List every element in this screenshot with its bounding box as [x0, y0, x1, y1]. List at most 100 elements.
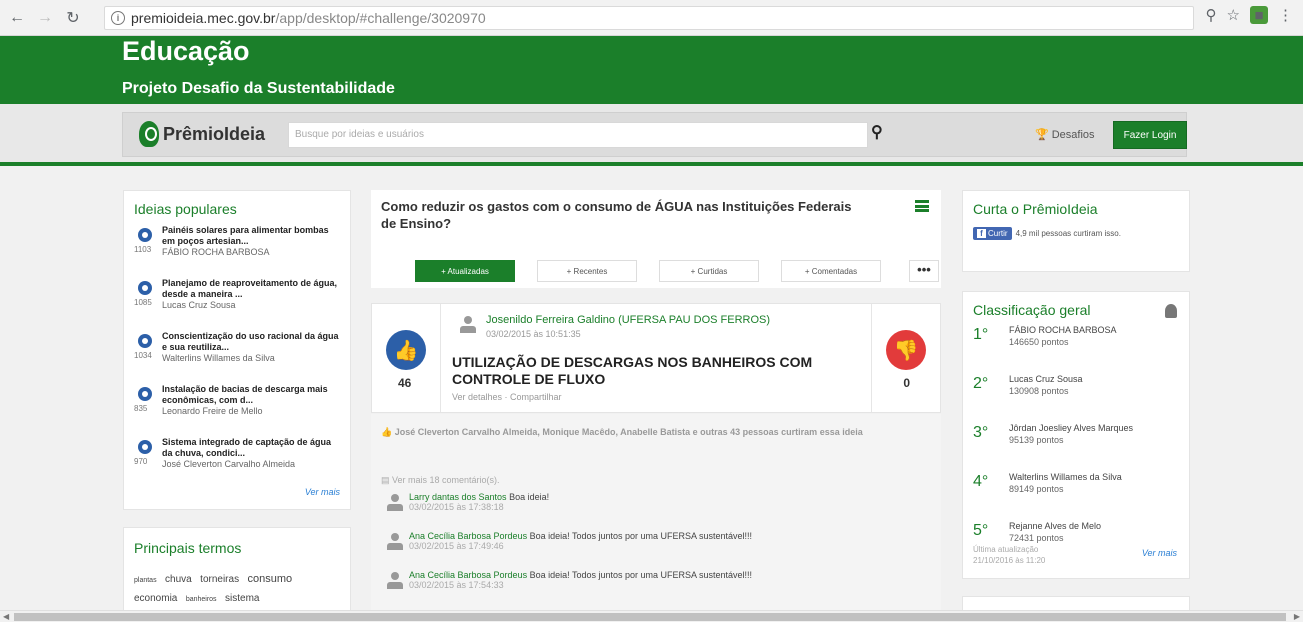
ranking-title: Classificação geral — [973, 302, 1091, 318]
like-count: 1103 — [134, 245, 152, 254]
list-item[interactable]: 1085 Planejamo de reaproveitamento de ág… — [134, 278, 340, 323]
comment-item: Larry dantas dos Santos Boa ideia! 03/02… — [381, 492, 931, 531]
popular-ideas-title: Ideias populares — [134, 201, 237, 217]
term-link[interactable]: banheiros — [186, 596, 217, 603]
thumbs-down-icon[interactable]: 👎 — [886, 330, 926, 370]
likers-names[interactable]: José Cleverton Carvalho Almeida, Monique… — [395, 427, 863, 437]
list-item[interactable]: 1034 Conscientização do uso racional da … — [134, 331, 340, 376]
thumbs-up-small-icon: 👍 — [381, 427, 395, 437]
like-count: 835 — [134, 404, 148, 413]
rank-points: 146650 pontos — [1009, 337, 1069, 347]
like-count: 970 — [134, 457, 148, 466]
url-path: /app/desktop/#challenge/3020970 — [275, 10, 486, 26]
list-icon[interactable] — [915, 200, 929, 212]
address-bar[interactable]: i premioideia.mec.gov.br/app/desktop/#ch… — [104, 6, 1194, 30]
ranking-item[interactable]: 1° FÁBIO ROCHA BARBOSA 146650 pontos — [973, 324, 1179, 367]
comment-item: Ana Cecília Barbosa Pordeus Boa ideia! T… — [381, 570, 931, 609]
search-icon[interactable]: ⚲ — [871, 122, 883, 142]
zoom-icon[interactable]: ⚲ — [1206, 6, 1217, 24]
rank-points: 95139 pontos — [1009, 435, 1064, 445]
rank-position: 5° — [973, 522, 989, 539]
ranking-see-more-link[interactable]: Ver mais — [1142, 548, 1177, 558]
like-count: 1085 — [134, 298, 152, 307]
back-icon[interactable]: ← — [6, 7, 28, 29]
term-link[interactable]: sistema — [225, 593, 259, 604]
terms-title: Principais termos — [134, 540, 242, 556]
ranking-item[interactable]: 2° Lucas Cruz Sousa 130908 pontos — [973, 373, 1179, 416]
idea-links[interactable]: Ver detalhes · Compartilhar — [452, 392, 562, 402]
idea-card: 👍 46 Josenildo Ferreira Galdino (UFERSA … — [371, 303, 941, 413]
comment-item: Ana Cecília Barbosa Pordeus Boa ideia! T… — [381, 531, 931, 570]
idea-title[interactable]: Painéis solares para alimentar bombas em… — [162, 225, 340, 247]
rank-name[interactable]: FÁBIO ROCHA BARBOSA — [1009, 324, 1179, 336]
menu-icon[interactable]: ⋮ — [1278, 6, 1293, 24]
idea-title[interactable]: Planejamo de reaproveitamento de água, d… — [162, 278, 340, 300]
rank-name[interactable]: Walterlins Willames da Silva — [1009, 471, 1179, 483]
rank-name[interactable]: Lucas Cruz Sousa — [1009, 373, 1179, 385]
search-input[interactable]: Busque por ideias e usuários — [288, 122, 868, 148]
like-icon — [138, 281, 152, 295]
idea-title[interactable]: Instalação de bacias de descarga mais ec… — [162, 384, 340, 406]
popular-see-more-link[interactable]: Ver mais — [305, 487, 340, 497]
list-item[interactable]: 1103 Painéis solares para alimentar bomb… — [134, 225, 340, 270]
idea-author: Leonardo Freire de Mello — [162, 406, 263, 416]
comment-author[interactable]: Larry dantas dos Santos — [409, 492, 507, 502]
url-domain: premioideia.mec.gov.br — [131, 10, 276, 26]
idea-author: FÁBIO ROCHA BARBOSA — [162, 247, 270, 257]
comment-date: 03/02/2015 às 17:49:46 — [409, 541, 504, 551]
scroll-left-icon[interactable]: ◀ — [3, 612, 9, 621]
filter-commented[interactable]: + Comentadas — [781, 260, 881, 282]
facebook-like-button[interactable]: f Curtir — [973, 227, 1012, 240]
login-button[interactable]: Fazer Login — [1113, 121, 1187, 149]
term-link[interactable]: plantas — [134, 577, 157, 584]
rank-points: 89149 pontos — [1009, 484, 1064, 494]
rank-position: 2° — [973, 375, 989, 392]
comment-text: Larry dantas dos Santos Boa ideia! — [409, 492, 931, 502]
ranking-item[interactable]: 3° Jôrdan Joesliey Alves Marques 95139 p… — [973, 422, 1179, 465]
comment-author[interactable]: Ana Cecília Barbosa Pordeus — [409, 531, 527, 541]
challenges-link[interactable]: 🏆 Desafios — [1035, 128, 1095, 142]
info-icon[interactable]: i — [111, 11, 125, 25]
rank-name[interactable]: Rejanne Alves de Melo — [1009, 520, 1179, 532]
scrollbar-thumb[interactable] — [14, 613, 1286, 621]
thumbs-up-icon[interactable]: 👍 — [386, 330, 426, 370]
see-more-comments-link[interactable]: ▤ Ver mais 18 comentário(s). — [381, 475, 931, 486]
list-item[interactable]: 970 Sistema integrado de captação de águ… — [134, 437, 340, 482]
term-link[interactable]: torneiras — [200, 574, 239, 585]
browser-toolbar: ← → ↻ i premioideia.mec.gov.br/app/deskt… — [0, 0, 1303, 36]
more-options-button[interactable]: ••• — [909, 260, 939, 282]
comment-author[interactable]: Ana Cecília Barbosa Pordeus — [409, 570, 527, 580]
logo-text: PrêmioIdeia — [163, 123, 266, 144]
lightbulb-icon — [139, 121, 159, 147]
ranking-item[interactable]: 4° Walterlins Willames da Silva 89149 po… — [973, 471, 1179, 514]
horizontal-scrollbar[interactable]: ◀ ▶ — [0, 610, 1303, 622]
filter-liked[interactable]: + Curtidas — [659, 260, 759, 282]
trophy-icon — [1165, 304, 1177, 318]
term-link[interactable]: chuva — [165, 574, 192, 585]
like-icon — [138, 440, 152, 454]
divider — [871, 304, 872, 412]
reload-icon[interactable]: ↻ — [62, 7, 84, 29]
forward-icon[interactable]: → — [34, 7, 56, 29]
comment-body: Boa ideia! Todos juntos por uma UFERSA s… — [529, 570, 753, 580]
idea-author: Lucas Cruz Sousa — [162, 300, 236, 310]
logo[interactable]: PrêmioIdeia — [139, 121, 265, 147]
list-item[interactable]: 835 Instalação de bacias de descarga mai… — [134, 384, 340, 429]
ranking-card: Classificação geral 1° FÁBIO ROCHA BARBO… — [962, 291, 1190, 579]
facebook-like-label: Curtir — [988, 229, 1008, 238]
idea-author-name[interactable]: Josenildo Ferreira Galdino (UFERSA PAU D… — [486, 314, 770, 326]
term-link[interactable]: consumo — [248, 573, 293, 585]
idea-title[interactable]: Conscientização do uso racional da água … — [162, 331, 340, 353]
upvote-count: 46 — [398, 376, 412, 390]
scroll-right-icon[interactable]: ▶ — [1294, 612, 1300, 621]
rank-name[interactable]: Jôrdan Joesliey Alves Marques — [1009, 422, 1179, 434]
site-subtitle: Projeto Desafio da Sustentabilidade — [122, 80, 395, 97]
term-link[interactable]: economia — [134, 593, 177, 604]
like-icon — [138, 228, 152, 242]
filter-recent[interactable]: + Recentes — [537, 260, 637, 282]
extension-icon[interactable]: ■ — [1250, 6, 1268, 24]
bookmark-star-icon[interactable]: ☆ — [1227, 6, 1240, 24]
idea-title[interactable]: UTILIZAÇÃO DE DESCARGAS NOS BANHEIROS CO… — [452, 354, 842, 388]
filter-updated[interactable]: + Atualizadas — [415, 260, 515, 282]
idea-title[interactable]: Sistema integrado de captação de água da… — [162, 437, 340, 459]
